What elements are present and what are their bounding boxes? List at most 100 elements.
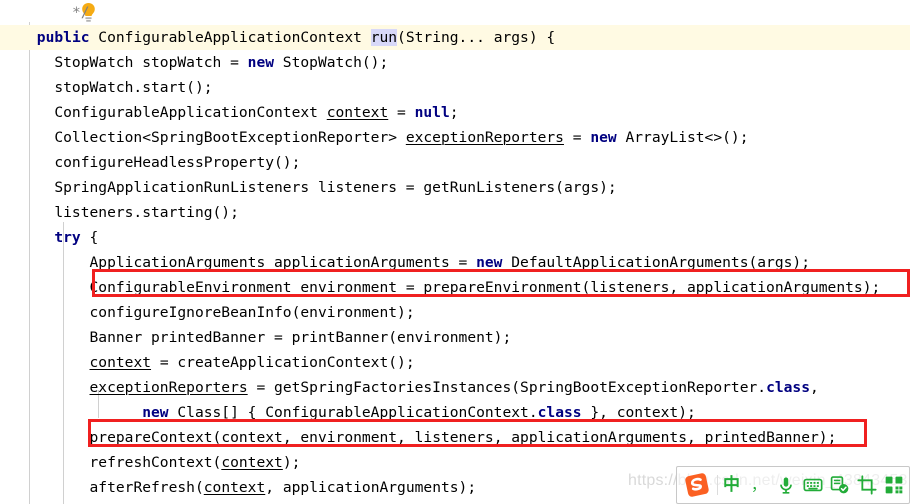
code-line[interactable]: new Class[] { ConfigurableApplicationCon… (0, 400, 910, 425)
code-line[interactable]: public ConfigurableApplicationContext ru… (0, 25, 910, 50)
code-editor[interactable]: */ public ConfigurableApplicationContext… (0, 0, 910, 504)
code-token: context (221, 454, 283, 471)
code-token: = (563, 129, 591, 146)
code-token: new (476, 254, 503, 271)
code-token: = (388, 104, 415, 121)
code-token: DefaultApplicationArguments(args); (502, 254, 810, 271)
code-token: new (590, 129, 617, 146)
code-token: try (54, 229, 81, 246)
code-token: (String... args) { (397, 29, 556, 46)
toolbox-icon[interactable] (826, 467, 853, 503)
code-line[interactable]: stopWatch.start(); (0, 75, 910, 100)
code-token: context (616, 404, 679, 421)
code-token: = createApplicationContext(); (151, 354, 415, 371)
code-token: new (247, 54, 275, 71)
sogou-input-method-toolbar[interactable]: 中， (676, 466, 910, 504)
code-token: exceptionReporters (405, 129, 564, 146)
code-token: ); (678, 404, 696, 421)
ime-glyph: ， (750, 475, 766, 494)
code-content[interactable]: */ public ConfigurableApplicationContext… (0, 0, 910, 504)
code-line[interactable]: */ (0, 0, 910, 25)
code-line[interactable]: configureIgnoreBeanInfo(environment); (0, 300, 910, 325)
sogou-logo-icon[interactable] (677, 467, 717, 503)
code-token: Collection<SpringBootExceptionReporter> (54, 129, 406, 146)
code-token: ); (282, 454, 301, 471)
code-token: context (326, 104, 389, 121)
code-token: , applicationArguments); (265, 479, 477, 496)
code-token: { (80, 229, 99, 246)
code-line[interactable]: StopWatch stopWatch = new StopWatch(); (0, 50, 910, 75)
menu-grid-icon[interactable] (880, 467, 907, 503)
code-token: context (221, 429, 283, 446)
code-token: StopWatch(); (274, 54, 389, 71)
code-token: , environment, listeners, applicationArg… (282, 429, 837, 446)
code-token: ArrayList<>(); (616, 129, 749, 146)
code-token: public (36, 29, 90, 46)
ime-glyph: 中 (723, 474, 740, 495)
code-token: class (766, 379, 810, 396)
code-token: context (89, 354, 152, 371)
code-token: context (203, 479, 266, 496)
code-token: null (414, 104, 450, 121)
code-line[interactable]: context = createApplicationContext(); (0, 350, 910, 375)
code-token: exceptionReporters (89, 379, 248, 396)
code-line[interactable]: ApplicationArguments applicationArgument… (0, 250, 910, 275)
code-token: configureIgnoreBeanInfo(environment); (89, 304, 415, 321)
code-line[interactable]: try { (0, 225, 910, 250)
code-token: Banner printedBanner = printBanner(envir… (89, 329, 512, 346)
screenshot-icon[interactable] (853, 467, 880, 503)
code-token: stopWatch.start(); (54, 79, 213, 96)
code-token: */ (71, 4, 90, 21)
code-token: StopWatch stopWatch = (54, 54, 248, 71)
code-line[interactable]: ConfigurableApplicationContext context =… (0, 100, 910, 125)
code-line[interactable]: prepareContext(context, environment, lis… (0, 425, 910, 450)
chinese-english-toggle[interactable]: 中 (718, 467, 745, 503)
code-line[interactable]: Banner printedBanner = printBanner(envir… (0, 325, 910, 350)
code-token: prepareContext( (89, 429, 222, 446)
voice-input-icon[interactable] (772, 467, 799, 503)
code-token: ; (449, 104, 459, 121)
soft-keyboard-icon[interactable] (799, 467, 826, 503)
code-token: , (810, 379, 819, 396)
code-line[interactable]: Collection<SpringBootExceptionReporter> … (0, 125, 910, 150)
code-line[interactable]: listeners.starting(); (0, 200, 910, 225)
code-token: ConfigurableEnvironment environment = pr… (89, 279, 881, 296)
code-token: ApplicationArguments applicationArgument… (89, 254, 477, 271)
code-token: SpringApplicationRunListeners listeners … (54, 179, 617, 196)
code-token: = getSpringFactoriesInstances(SpringBoot… (247, 379, 767, 396)
code-token: run (370, 29, 398, 46)
code-token: configureHeadlessProperty(); (54, 154, 301, 171)
code-token: new (142, 404, 169, 421)
code-line[interactable]: SpringApplicationRunListeners listeners … (0, 175, 910, 200)
code-token: ConfigurableApplicationContext (54, 104, 327, 121)
code-token: ConfigurableApplicationContext (89, 29, 371, 46)
code-line[interactable]: ConfigurableEnvironment environment = pr… (0, 275, 910, 300)
code-line[interactable]: configureHeadlessProperty(); (0, 150, 910, 175)
code-token: class (537, 404, 582, 421)
code-token: listeners.starting(); (54, 204, 239, 221)
code-line[interactable]: exceptionReporters = getSpringFactoriesI… (0, 375, 910, 400)
punctuation-mode-icon[interactable]: ， (745, 467, 772, 503)
code-token: afterRefresh( (89, 479, 204, 496)
code-token: refreshContext( (89, 454, 222, 471)
